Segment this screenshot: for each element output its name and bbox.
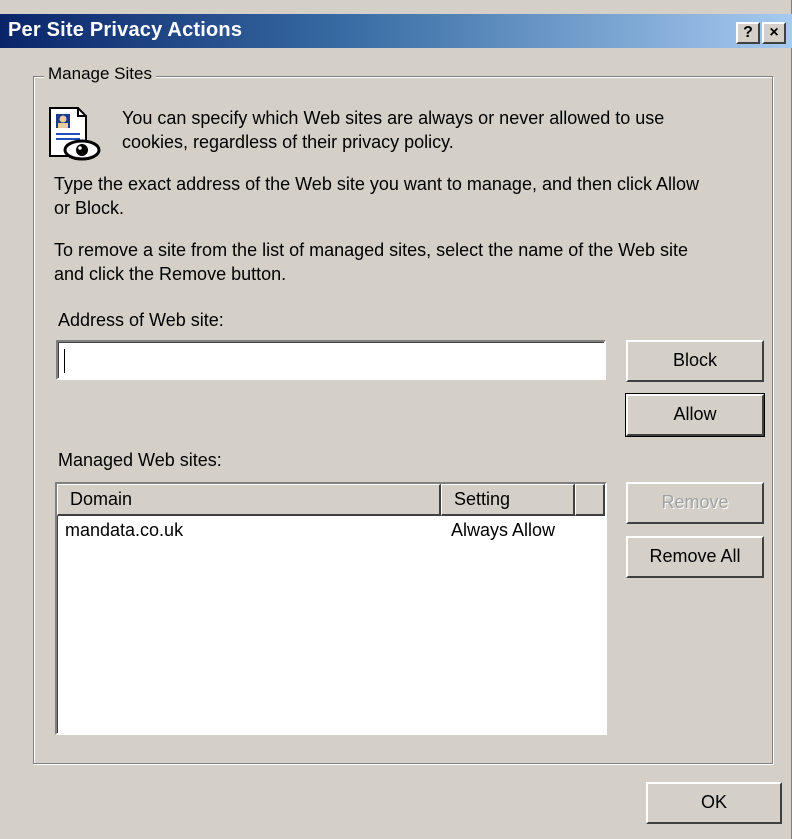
instruction-type-line-2: or Block. <box>54 198 125 218</box>
remove-all-button[interactable]: Remove All <box>626 536 764 578</box>
manage-sites-group-label: Manage Sites <box>44 64 156 84</box>
allow-button[interactable]: Allow <box>625 393 765 437</box>
remove-button[interactable]: Remove <box>626 482 764 524</box>
row-domain: mandata.co.uk <box>65 520 184 540</box>
table-row[interactable]: mandata.co.uk Always Allow <box>57 518 605 542</box>
text-caret <box>64 349 65 373</box>
title-bar[interactable]: Per Site Privacy Actions ? × <box>0 14 792 48</box>
help-button[interactable]: ? <box>736 22 760 44</box>
address-label: Address of Web site: <box>58 310 224 330</box>
instruction-remove-line-1: To remove a site from the list of manage… <box>54 240 688 260</box>
block-button[interactable]: Block <box>626 340 764 382</box>
address-input[interactable] <box>56 340 606 380</box>
close-button[interactable]: × <box>762 22 786 44</box>
column-header-filler <box>575 484 605 516</box>
intro-text-line-2: cookies, regardless of their privacy pol… <box>122 132 454 152</box>
ok-button[interactable]: OK <box>646 782 782 824</box>
privacy-document-icon <box>49 107 101 161</box>
instruction-remove-line-2: and click the Remove button. <box>54 264 287 284</box>
intro-text-line-1: You can specify which Web sites are alwa… <box>122 108 665 128</box>
instruction-type-line-1: Type the exact address of the Web site y… <box>54 174 700 194</box>
managed-sites-list[interactable]: Domain Setting mandata.co.uk Always Allo… <box>55 482 607 735</box>
row-setting: Always Allow <box>451 520 556 540</box>
window-title: Per Site Privacy Actions <box>8 19 243 41</box>
managed-sites-list-header: Domain Setting <box>57 484 605 516</box>
column-header-domain[interactable]: Domain <box>57 484 441 516</box>
managed-sites-label: Managed Web sites: <box>58 450 222 470</box>
column-header-setting[interactable]: Setting <box>441 484 575 516</box>
per-site-privacy-dialog: Per Site Privacy Actions ? × Manage Site… <box>0 0 792 839</box>
